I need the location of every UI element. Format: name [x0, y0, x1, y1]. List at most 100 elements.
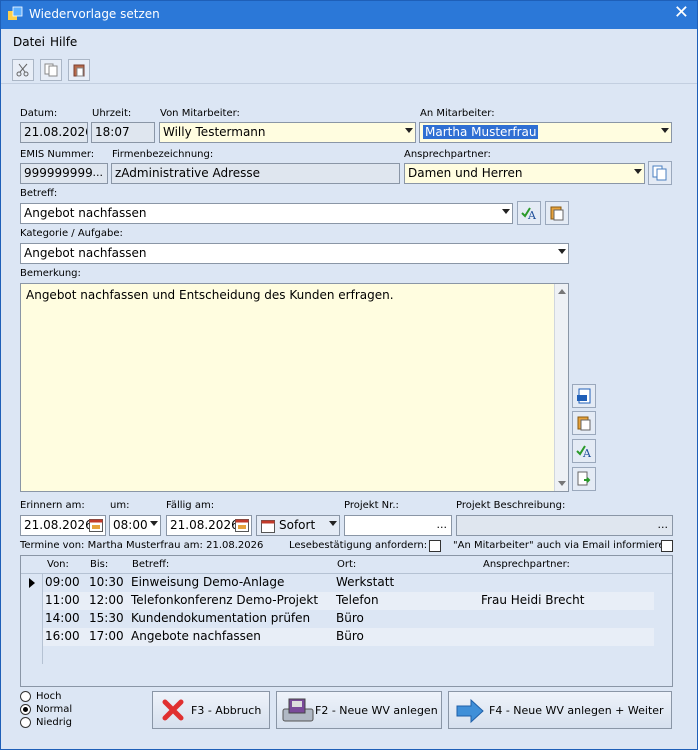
remind-label: Erinnern am: — [20, 500, 85, 511]
date-field[interactable]: 21.08.2026 — [20, 122, 88, 143]
chevron-down-icon — [661, 128, 669, 133]
menu-file[interactable]: Datei — [13, 35, 45, 49]
export-icon — [577, 471, 591, 486]
spellcheck-icon: A — [521, 207, 537, 221]
table-row[interactable]: 16:00 17:00 Angebote nachfassen Büro — [43, 628, 654, 646]
red-x-icon — [162, 699, 184, 721]
insert-file-button[interactable] — [572, 384, 596, 408]
time-field[interactable]: 18:07 — [91, 122, 155, 143]
to-employee-select[interactable]: Martha Musterfrau — [419, 122, 672, 143]
chevron-down-icon — [329, 521, 337, 526]
app-icon — [8, 6, 23, 20]
cancel-button[interactable]: F3 - Abbruch — [152, 691, 270, 729]
remind-time-value: 08:00 — [113, 518, 148, 532]
cell-subject: Kundendokumentation prüfen — [131, 611, 311, 625]
textblock-remark-button[interactable] — [572, 411, 596, 435]
menu-help[interactable]: Hilfe — [50, 35, 77, 49]
company-field[interactable]: zAdministrative Adresse — [111, 163, 400, 184]
paste-button[interactable] — [68, 59, 90, 81]
contact-select[interactable]: Damen und Herren — [404, 163, 645, 184]
table-row[interactable]: 09:00 10:30 Einweisung Demo-Anlage Werks… — [43, 574, 654, 592]
close-icon[interactable]: ✕ — [674, 4, 689, 22]
priority-normal-radio[interactable] — [20, 704, 31, 715]
table-row[interactable]: 14:00 15:30 Kundendokumentation prüfen B… — [43, 610, 654, 628]
col-contact: Ansprechpartner: — [483, 559, 570, 570]
remark-text: Angebot nachfassen und Entscheidung des … — [26, 288, 394, 302]
email-notify-checkbox[interactable] — [661, 540, 673, 552]
row-indicator-column — [21, 574, 43, 664]
current-row-icon — [29, 578, 35, 588]
chevron-down-icon — [150, 521, 158, 526]
remind-date-field[interactable]: 21.08.2026 — [20, 515, 106, 536]
read-receipt-checkbox[interactable] — [429, 540, 441, 552]
priority-high-radio[interactable] — [20, 691, 31, 702]
copy-icon — [44, 63, 58, 77]
due-mode-select[interactable]: Sofort — [256, 515, 340, 536]
new-wv-next-label: F4 - Neue WV anlegen + Weiter — [489, 704, 664, 717]
subject-select[interactable]: Angebot nachfassen — [20, 203, 513, 224]
remind-time-select[interactable]: 08:00 — [109, 515, 161, 536]
spellcheck-remark-button[interactable]: A — [572, 439, 596, 463]
textblock-icon — [550, 206, 564, 221]
spellcheck-subject-button[interactable]: A — [517, 201, 541, 225]
calendar-icon[interactable] — [89, 518, 103, 532]
disk-save-icon — [282, 698, 314, 722]
appointments-table[interactable]: Von: Bis: Betreff: Ort: Ansprechpartner:… — [20, 555, 673, 687]
scroll-down-icon[interactable] — [558, 481, 566, 486]
subject-label: Betreff: — [20, 188, 58, 199]
time-label: Uhrzeit: — [92, 108, 132, 119]
textblock-icon — [577, 416, 591, 431]
new-wv-button[interactable]: F2 - Neue WV anlegen — [276, 691, 442, 729]
emis-label: EMIS Nummer: — [20, 149, 95, 160]
project-no-field[interactable]: ... — [344, 515, 452, 536]
subject-value: Angebot nachfassen — [24, 206, 147, 220]
cell-to: 15:30 — [89, 611, 124, 625]
table-row[interactable]: 11:00 12:00 Telefonkonferenz Demo-Projek… — [43, 592, 654, 610]
from-employee-select[interactable]: Willy Testermann — [159, 122, 416, 143]
emis-field[interactable]: 999999999 ... — [20, 163, 108, 184]
priority-low-radio[interactable] — [20, 717, 31, 728]
company-label: Firmenbezeichnung: — [112, 149, 214, 160]
emis-browse-button[interactable]: ... — [93, 166, 104, 179]
remind-date-value: 21.08.2026 — [24, 518, 93, 532]
scroll-up-icon[interactable] — [558, 289, 566, 294]
cancel-label: F3 - Abbruch — [191, 704, 262, 717]
project-browse-button[interactable]: ... — [437, 518, 448, 531]
calendar-icon[interactable] — [235, 518, 249, 532]
toolbar — [1, 56, 697, 84]
cell-location: Büro — [336, 629, 364, 643]
remark-scrollbar[interactable] — [554, 284, 568, 491]
category-value: Angebot nachfassen — [24, 246, 147, 260]
category-label: Kategorie / Aufgabe: — [20, 228, 123, 239]
contact-label: Ansprechpartner: — [404, 149, 491, 160]
project-desc-field[interactable]: ... — [456, 515, 673, 536]
chevron-down-icon — [634, 169, 642, 174]
contact-value: Damen und Herren — [408, 166, 523, 180]
remark-textarea[interactable]: Angebot nachfassen und Entscheidung des … — [20, 283, 569, 492]
cell-subject: Angebote nachfassen — [131, 629, 261, 643]
cell-location: Büro — [336, 611, 364, 625]
priority-low-label: Niedrig — [36, 717, 72, 728]
textblock-subject-button[interactable] — [545, 201, 569, 225]
project-no-label: Projekt Nr.: — [344, 500, 399, 511]
category-select[interactable]: Angebot nachfassen — [20, 243, 569, 264]
document-icon — [577, 388, 591, 404]
chevron-down-icon — [405, 128, 413, 133]
date-label: Datum: — [20, 108, 58, 119]
cell-to: 10:30 — [89, 575, 124, 589]
clipboard-icon — [73, 64, 85, 77]
export-remark-button[interactable] — [572, 467, 596, 491]
copy-button[interactable] — [40, 59, 62, 81]
project-desc-browse-button[interactable]: ... — [658, 518, 669, 531]
due-mode-value: Sofort — [279, 518, 316, 532]
col-subject: Betreff: — [132, 559, 170, 570]
due-date-field[interactable]: 21.08.2026 — [166, 515, 252, 536]
new-wv-next-button[interactable]: F4 - Neue WV anlegen + Weiter — [448, 691, 672, 729]
new-wv-label: F2 - Neue WV anlegen — [315, 704, 438, 717]
cut-button[interactable] — [12, 59, 34, 81]
cell-to: 17:00 — [89, 629, 124, 643]
cell-location: Telefon — [336, 593, 379, 607]
cell-contact: Frau Heidi Brecht — [481, 593, 585, 607]
copy-contact-button[interactable] — [648, 161, 672, 185]
at-label: um: — [110, 500, 130, 511]
